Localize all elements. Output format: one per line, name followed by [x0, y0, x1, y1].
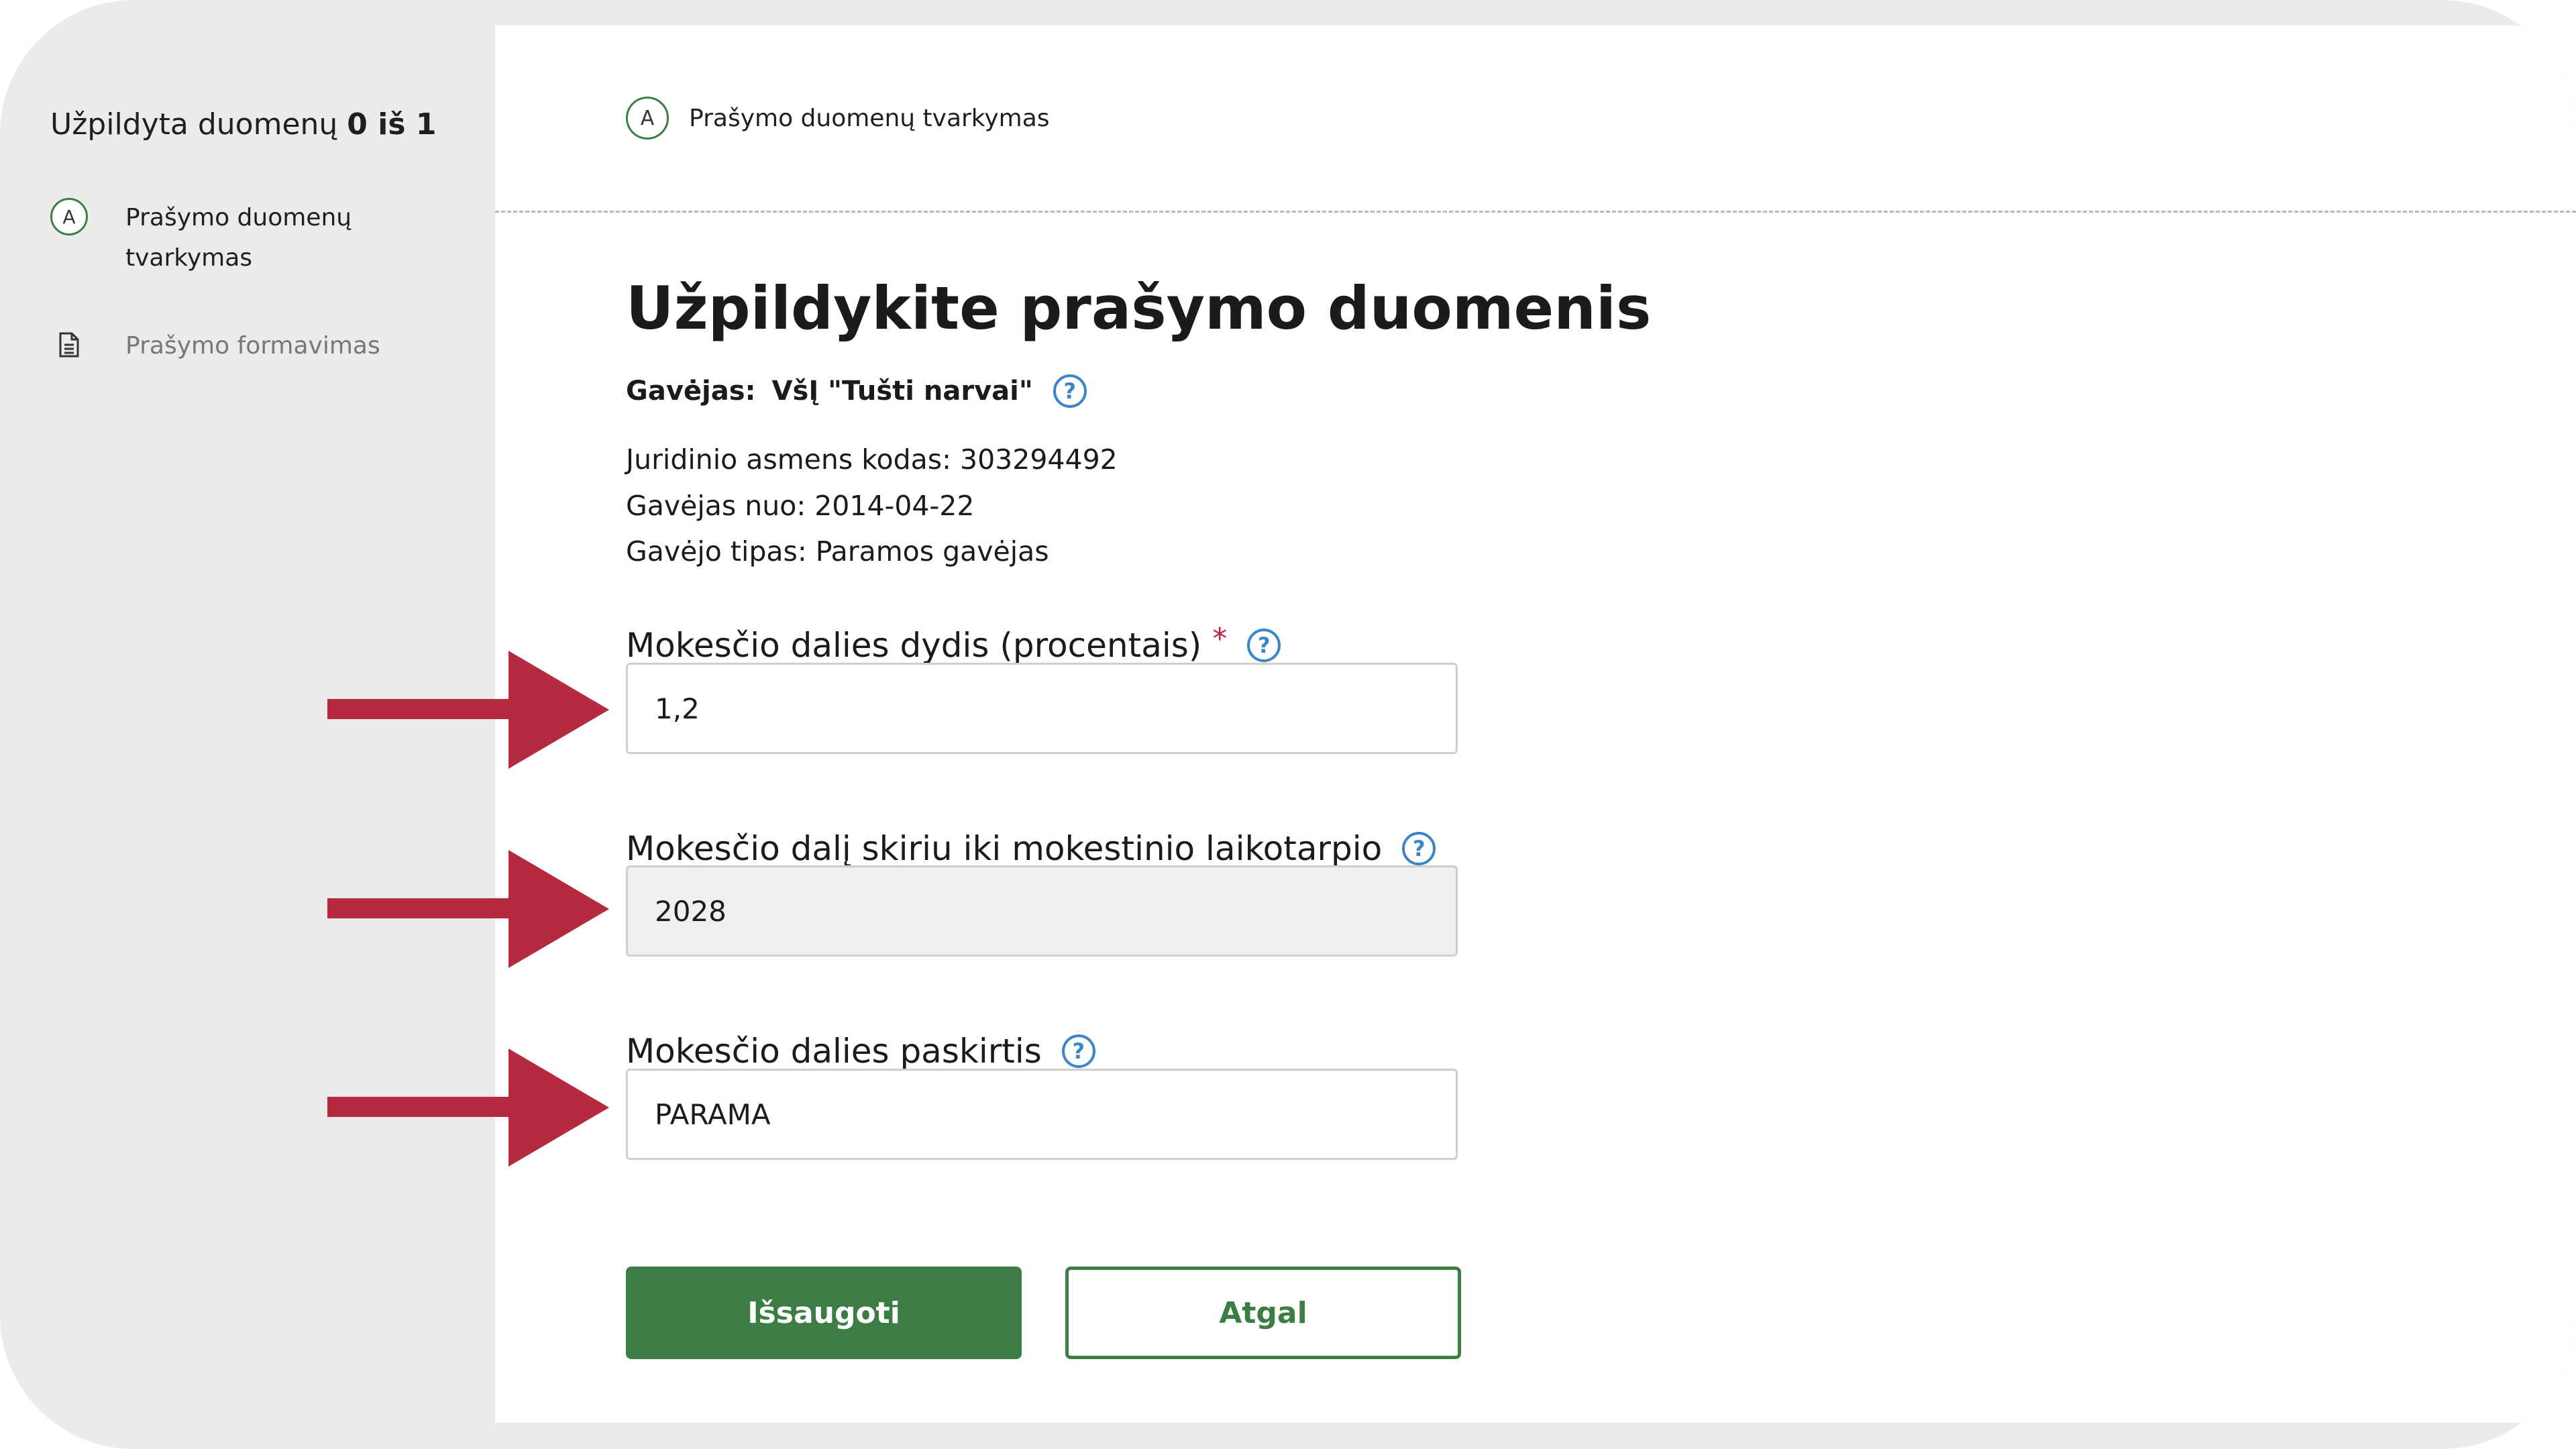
- breadcrumb: A Prašymo duomenų tvarkymas: [626, 97, 1050, 140]
- progress-count: 0 iš 1: [347, 107, 437, 142]
- arrow-right-icon: [327, 651, 609, 769]
- dashed-divider: [495, 211, 2576, 213]
- progress-summary: Užpildyta duomenų 0 iš 1: [50, 107, 436, 142]
- step-badge: A: [50, 198, 88, 235]
- tax-percent-label: Mokesčio dalies dydis (procentais) * ?: [626, 622, 1281, 665]
- tax-period-input[interactable]: [626, 865, 1458, 957]
- question-circle-icon[interactable]: ?: [1061, 1034, 1095, 1068]
- required-marker: *: [1212, 621, 1228, 656]
- recipient-name: VšĮ "Tušti narvai": [771, 376, 1033, 407]
- save-button[interactable]: Išsaugoti: [626, 1267, 1022, 1359]
- recipient-label: Gavėjas:: [626, 376, 756, 407]
- info-recipient-since: Gavėjas nuo: 2014-04-22: [626, 490, 975, 522]
- page-title: Užpildykite prašymo duomenis: [626, 274, 1652, 343]
- sidebar-step-label: Prašymo duomenų tvarkymas: [125, 204, 352, 272]
- tax-purpose-label-text: Mokesčio dalies paskirtis: [626, 1032, 1042, 1071]
- breadcrumb-badge: A: [626, 97, 669, 140]
- arrow-right-icon: [327, 1049, 609, 1167]
- sidebar-step-data[interactable]: A Prašymo duomenų tvarkymas: [50, 198, 380, 278]
- tax-purpose-input[interactable]: [626, 1069, 1458, 1160]
- info-legal-code: Juridinio asmens kodas: 303294492: [626, 443, 1118, 476]
- tax-period-label-text: Mokesčio dalį skiriu iki mokestinio laik…: [626, 829, 1383, 868]
- sidebar-step-form[interactable]: Prašymo formavimas: [50, 326, 380, 366]
- tax-purpose-label: Mokesčio dalies paskirtis ?: [626, 1032, 1095, 1071]
- back-button[interactable]: Atgal: [1065, 1267, 1461, 1359]
- breadcrumb-label: Prašymo duomenų tvarkymas: [689, 104, 1050, 132]
- sidebar-step-label: Prašymo formavimas: [125, 332, 380, 360]
- breadcrumb-badge-letter: A: [640, 106, 655, 130]
- recipient-line: Gavėjas: VšĮ "Tušti narvai" ?: [626, 374, 1087, 408]
- info-recipient-type: Gavėjo tipas: Paramos gavėjas: [626, 535, 1049, 568]
- tax-percent-label-text: Mokesčio dalies dydis (procentais): [626, 626, 1202, 665]
- question-circle-icon[interactable]: ?: [1247, 629, 1281, 662]
- question-circle-icon[interactable]: ?: [1402, 832, 1436, 865]
- tax-percent-input[interactable]: [626, 663, 1458, 754]
- step-badge-letter: A: [62, 205, 76, 228]
- arrow-right-icon: [327, 850, 609, 968]
- progress-prefix: Užpildyta duomenų: [50, 107, 338, 142]
- app-window: Užpildyta duomenų 0 iš 1 A Prašymo duome…: [0, 0, 2576, 1449]
- main-panel: A Prašymo duomenų tvarkymas Užpildykite …: [495, 25, 2576, 1423]
- question-circle-icon[interactable]: ?: [1053, 374, 1087, 408]
- tax-period-label: Mokesčio dalį skiriu iki mokestinio laik…: [626, 829, 1436, 868]
- document-icon: [50, 326, 88, 364]
